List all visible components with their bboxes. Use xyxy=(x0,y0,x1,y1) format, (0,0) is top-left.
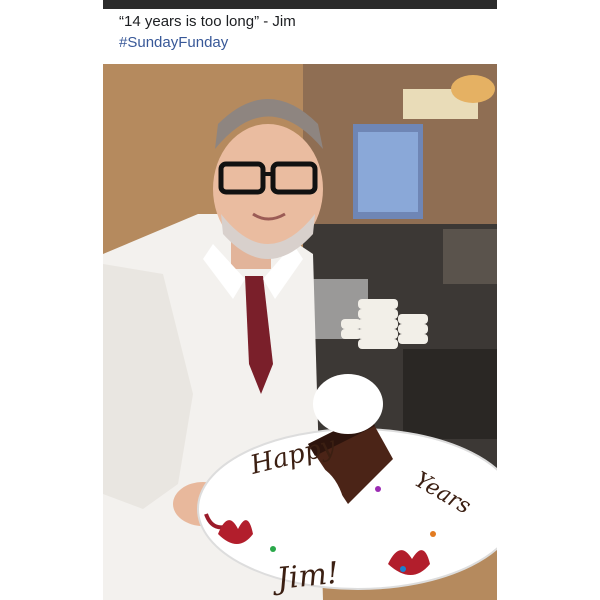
post-photo[interactable]: Happy Years Jim! xyxy=(103,64,497,600)
grill xyxy=(403,349,497,439)
post-caption: “14 years is too long” - Jim xyxy=(119,13,296,30)
hashtag-link[interactable]: #SundayFunday xyxy=(119,33,228,53)
lamp xyxy=(451,75,495,103)
status-bar xyxy=(103,0,497,9)
whipped-cream-top xyxy=(313,374,383,434)
photo-scene: Happy Years Jim! xyxy=(103,64,497,600)
plate-text-jim: Jim! xyxy=(269,556,340,598)
post-card: “14 years is too long” - Jim #SundayFund… xyxy=(103,0,497,600)
